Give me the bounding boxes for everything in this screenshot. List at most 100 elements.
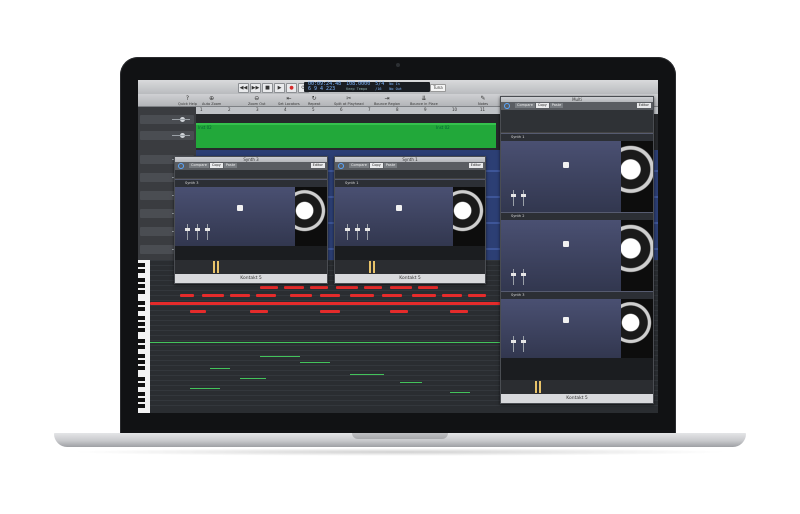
midi-note[interactable]: [250, 310, 268, 313]
midi-note[interactable]: [320, 310, 340, 313]
plugin-window[interactable]: Synth 1 Compare Copy Paste Editor Synth …: [334, 156, 486, 284]
main-knob[interactable]: [563, 162, 570, 169]
fader[interactable]: [205, 224, 210, 240]
midi-note[interactable]: [150, 302, 510, 305]
rewind-icon[interactable]: ◀◀: [238, 83, 249, 93]
black-key[interactable]: [138, 398, 145, 402]
automation-line[interactable]: [190, 388, 220, 389]
midi-note[interactable]: [284, 286, 304, 289]
midi-note[interactable]: [468, 294, 486, 297]
black-key[interactable]: [138, 392, 145, 396]
toolbar-item[interactable]: ⇤ Set Locators: [278, 96, 300, 107]
main-knob[interactable]: [396, 204, 403, 211]
instrument-slot[interactable]: Synth 1: [335, 179, 485, 246]
midi-note[interactable]: [290, 294, 312, 297]
midi-note[interactable]: [382, 294, 402, 297]
black-key[interactable]: [138, 339, 145, 343]
black-key[interactable]: [138, 284, 145, 288]
toolbar-item[interactable]: ⇥ Bounce Region: [374, 96, 400, 107]
power-icon[interactable]: [178, 163, 184, 169]
mini-keyboard[interactable]: [175, 260, 327, 274]
black-key[interactable]: [138, 278, 145, 282]
toolbar-item[interactable]: ⊕ Auto Zoom: [202, 96, 221, 107]
automation-line[interactable]: [400, 382, 422, 383]
tab-paste[interactable]: Paste: [223, 163, 238, 168]
black-key[interactable]: [138, 354, 145, 358]
editor-button[interactable]: Editor: [636, 103, 651, 108]
stop-icon[interactable]: ■: [262, 83, 273, 93]
midi-note[interactable]: [390, 310, 408, 313]
fader[interactable]: [355, 224, 360, 240]
black-key[interactable]: [138, 269, 145, 273]
lcd-display[interactable]: 00:09:24.48 6 9 4 223 108.0000 Keep Temp…: [304, 82, 430, 92]
midi-note[interactable]: [190, 310, 206, 313]
midi-note[interactable]: [180, 294, 194, 297]
tab-copy[interactable]: Copy: [369, 163, 383, 168]
mode-button[interactable]: Tuna: [430, 84, 446, 92]
record-icon[interactable]: ●: [286, 83, 297, 93]
midi-note[interactable]: [442, 294, 462, 297]
black-key[interactable]: [138, 345, 145, 349]
instrument-slot[interactable]: Synth 2: [501, 212, 653, 291]
automation-line[interactable]: [300, 362, 330, 363]
tab-paste[interactable]: Paste: [549, 103, 564, 108]
toolbar-item[interactable]: ✎ Notes: [478, 96, 488, 107]
black-key[interactable]: [138, 377, 145, 381]
midi-note[interactable]: [390, 286, 412, 289]
tab-compare[interactable]: Compare: [515, 103, 535, 108]
toolbar-item[interactable]: ⇊ Bounce in Place: [410, 96, 438, 107]
fader[interactable]: [365, 224, 370, 240]
tab-copy[interactable]: Copy: [535, 103, 549, 108]
midi-note[interactable]: [412, 294, 436, 297]
black-key[interactable]: [138, 301, 145, 305]
midi-note[interactable]: [260, 286, 278, 289]
midi-note[interactable]: [336, 286, 358, 289]
main-knob[interactable]: [563, 241, 570, 248]
midi-note[interactable]: [310, 286, 328, 289]
automation-line[interactable]: [260, 356, 300, 357]
mini-keyboard[interactable]: [501, 380, 653, 394]
black-key[interactable]: [138, 307, 145, 311]
midi-note[interactable]: [450, 310, 468, 313]
black-key[interactable]: [138, 360, 145, 364]
automation-line[interactable]: [210, 368, 230, 369]
black-key[interactable]: [138, 366, 145, 370]
forward-icon[interactable]: ▶▶: [250, 83, 261, 93]
toolbar-item[interactable]: ? Quick Help: [178, 96, 197, 107]
instrument-slot[interactable]: Synth 3: [175, 179, 327, 246]
automation-line[interactable]: [450, 392, 470, 393]
toolbar-item[interactable]: ✂ Split at Playhead: [334, 96, 364, 107]
pan-knob[interactable]: [180, 117, 185, 122]
fader[interactable]: [511, 269, 516, 285]
instrument-slot[interactable]: Synth 3: [501, 291, 653, 358]
black-key[interactable]: [138, 290, 145, 294]
track-header[interactable]: [140, 115, 194, 124]
black-key[interactable]: [138, 404, 145, 408]
instrument-slot[interactable]: Synth 1: [501, 133, 653, 212]
automation-line[interactable]: [240, 378, 266, 379]
midi-note[interactable]: [320, 294, 340, 297]
fader[interactable]: [345, 224, 350, 240]
mini-keyboard[interactable]: [335, 260, 485, 274]
fader[interactable]: [195, 224, 200, 240]
midi-note[interactable]: [256, 294, 276, 297]
midi-note[interactable]: [350, 294, 374, 297]
play-icon[interactable]: ▶: [274, 83, 285, 93]
tab-copy[interactable]: Copy: [209, 163, 223, 168]
power-icon[interactable]: [338, 163, 344, 169]
midi-note[interactable]: [230, 294, 250, 297]
fader[interactable]: [511, 190, 516, 206]
toolbar-item[interactable]: ⊖ Zoom Out: [248, 96, 266, 107]
fader[interactable]: [185, 224, 190, 240]
plugin-window[interactable]: Synth 3 Compare Copy Paste Editor Synth …: [174, 156, 328, 284]
automation-line[interactable]: [150, 342, 510, 343]
black-key[interactable]: [138, 263, 145, 267]
automation-line[interactable]: [350, 374, 384, 375]
fader[interactable]: [521, 190, 526, 206]
black-key[interactable]: [138, 316, 145, 320]
tab-compare[interactable]: Compare: [189, 163, 209, 168]
main-knob[interactable]: [563, 316, 570, 323]
black-key[interactable]: [138, 328, 145, 332]
fader[interactable]: [521, 336, 526, 352]
midi-note[interactable]: [364, 286, 382, 289]
